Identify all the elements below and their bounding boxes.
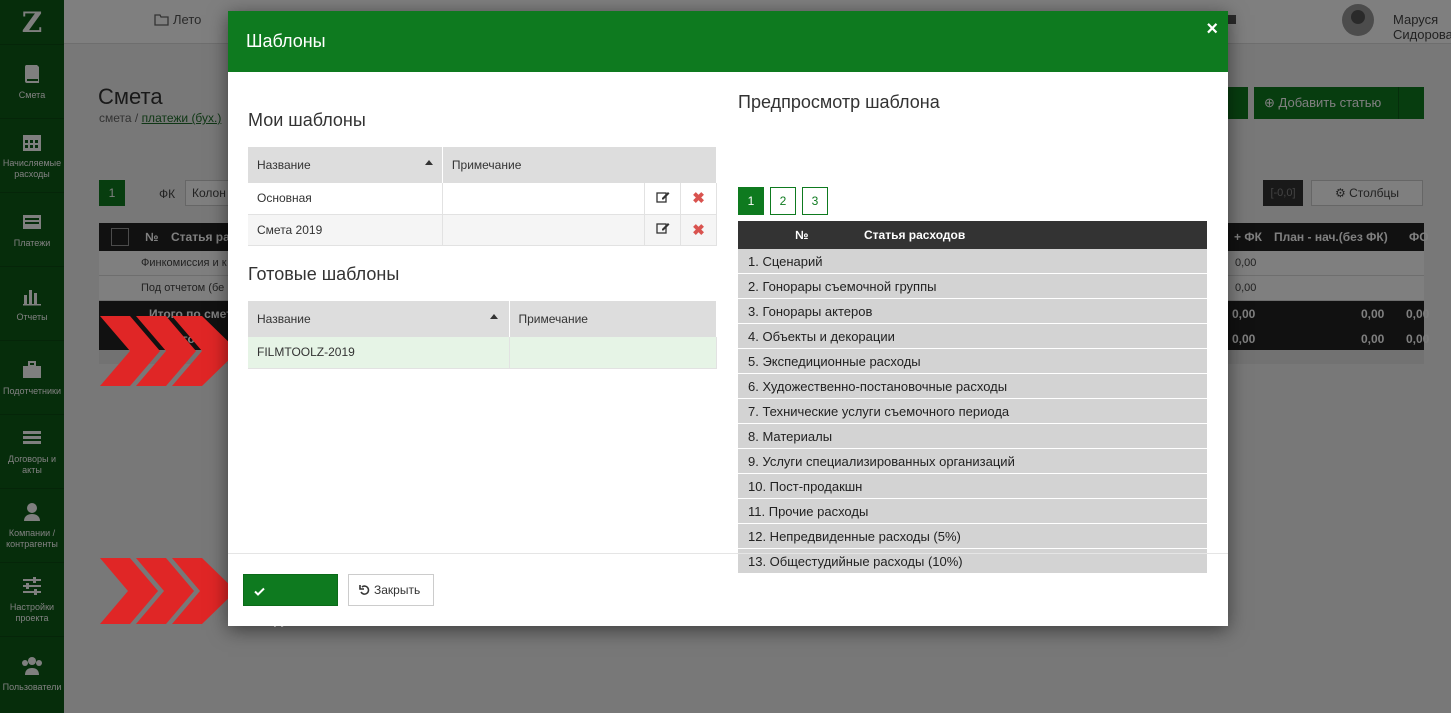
edit-icon bbox=[655, 191, 670, 203]
undo-icon bbox=[359, 585, 370, 595]
preview-row: 6. Художественно-постановочные расходы bbox=[738, 374, 1207, 399]
close-button-label: Закрыть bbox=[374, 583, 421, 597]
page-button-3[interactable]: 3 bbox=[802, 187, 828, 215]
sort-asc-icon[interactable] bbox=[425, 160, 433, 165]
delete-icon: ✖ bbox=[692, 221, 705, 239]
col-note-label: Примечание bbox=[518, 312, 588, 326]
preview-row: 1. Сценарий bbox=[738, 249, 1207, 274]
close-button[interactable]: Закрыть bbox=[348, 574, 434, 606]
annotation-arrows-top bbox=[100, 316, 238, 386]
preview-row: 8. Материалы bbox=[738, 424, 1207, 449]
template-note bbox=[442, 214, 646, 246]
load-button-label: Загрузить bbox=[254, 613, 314, 627]
my-templates-title: Мои шаблоны bbox=[248, 110, 366, 130]
sort-asc-icon[interactable] bbox=[490, 314, 498, 319]
load-button[interactable]: Загрузить bbox=[243, 574, 338, 627]
preview-row: 12. Непредвиденные расходы (5%) bbox=[738, 524, 1207, 549]
ready-templates-table: Название Примечание FILMTOOLZ-2019 bbox=[248, 301, 717, 369]
modal-header: Шаблоны × bbox=[228, 11, 1228, 72]
edit-button[interactable] bbox=[644, 214, 682, 246]
col-name-label: Название bbox=[257, 312, 311, 326]
edit-icon bbox=[655, 223, 670, 234]
preview-row: 2. Гонорары съемочной группы bbox=[738, 274, 1207, 299]
preview-row: 10. Пост-продакшн bbox=[738, 474, 1207, 499]
modal-body: Мои шаблоны Название Примечание Основная… bbox=[228, 72, 1228, 574]
table-row-selected[interactable]: FILMTOOLZ-2019 bbox=[248, 337, 717, 369]
page-button-2[interactable]: 2 bbox=[770, 187, 796, 215]
preview-row: 5. Экспедиционные расходы bbox=[738, 349, 1207, 374]
delete-button[interactable]: ✖ bbox=[680, 183, 717, 215]
col-note-label: Примечание bbox=[451, 158, 522, 172]
col-name-label: Название bbox=[257, 158, 311, 172]
table-row[interactable]: Смета 2019 ✖ bbox=[248, 214, 717, 246]
templates-modal: Шаблоны × Мои шаблоны Название Примечани… bbox=[228, 11, 1228, 627]
preview-row: 4. Объекты и декорации bbox=[738, 324, 1207, 349]
col-article: Статья расходов bbox=[864, 228, 966, 242]
page-button-1[interactable]: 1 bbox=[738, 187, 764, 215]
edit-button[interactable] bbox=[644, 183, 682, 215]
close-icon[interactable]: × bbox=[1206, 19, 1218, 39]
col-name[interactable]: Название bbox=[248, 147, 443, 183]
preview-row: 7. Технические услуги съемочного периода bbox=[738, 399, 1207, 424]
preview-title: Предпросмотр шаблона bbox=[738, 92, 940, 112]
check-icon bbox=[254, 587, 265, 596]
template-note bbox=[442, 183, 646, 215]
delete-button[interactable]: ✖ bbox=[680, 214, 717, 246]
modal-title: Шаблоны bbox=[246, 31, 326, 51]
preview-row: 11. Прочие расходы bbox=[738, 499, 1207, 524]
preview-table: № Статья расходов 1. Сценарий 2. Гонорары… bbox=[738, 221, 1207, 574]
template-note bbox=[509, 337, 717, 369]
preview-row: 3. Гонорары актеров bbox=[738, 299, 1207, 324]
preview-pagination: 1 2 3 bbox=[738, 187, 828, 215]
col-note[interactable]: Примечание bbox=[442, 147, 718, 183]
col-note[interactable]: Примечание bbox=[509, 301, 717, 337]
template-name: FILMTOOLZ-2019 bbox=[248, 337, 510, 369]
delete-icon: ✖ bbox=[692, 190, 705, 208]
preview-rows: 1. Сценарий 2. Гонорары съемочной группы 3… bbox=[738, 249, 1207, 574]
ready-templates-title: Готовые шаблоны bbox=[248, 264, 400, 284]
preview-row: 9. Услуги специализированных организаций bbox=[738, 449, 1207, 474]
annotation-arrows-bottom bbox=[100, 558, 236, 624]
col-name[interactable]: Название bbox=[248, 301, 510, 337]
template-name: Основная bbox=[248, 183, 443, 215]
template-name: Смета 2019 bbox=[248, 214, 443, 246]
preview-header: № Статья расходов bbox=[738, 221, 1207, 249]
table-row[interactable]: Основная ✖ bbox=[248, 183, 717, 215]
my-templates-table: Название Примечание Основная ✖ Смета 201… bbox=[248, 147, 718, 246]
col-number: № bbox=[795, 228, 809, 242]
